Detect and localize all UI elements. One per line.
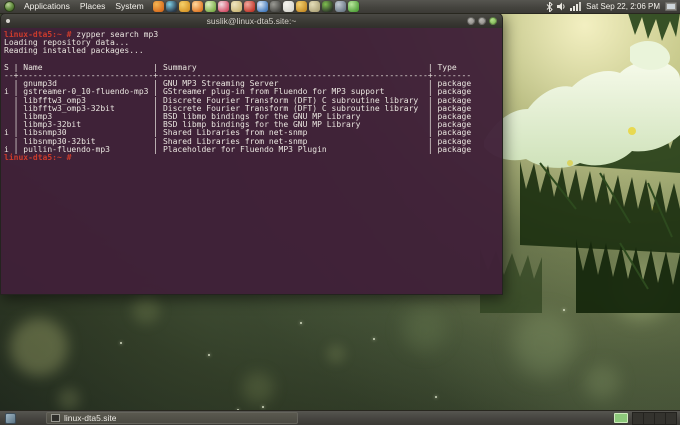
menu-places[interactable]: Places bbox=[75, 0, 111, 13]
maximize-button[interactable] bbox=[478, 17, 486, 25]
bottom-panel: linux-dta5.site bbox=[0, 410, 680, 425]
bokeh-circle bbox=[10, 318, 68, 376]
launcher-11-icon[interactable] bbox=[282, 1, 294, 12]
bokeh-circle bbox=[402, 308, 446, 352]
launcher-3-icon[interactable] bbox=[178, 1, 190, 12]
launcher-12-icon[interactable] bbox=[295, 1, 307, 12]
light-speck bbox=[208, 354, 210, 356]
launcher-6-icon[interactable] bbox=[217, 1, 229, 12]
notification-icon[interactable] bbox=[614, 413, 628, 423]
workspace-1[interactable] bbox=[633, 412, 644, 424]
launcher-13-icon[interactable] bbox=[308, 1, 320, 12]
launcher-firefox-icon[interactable] bbox=[152, 1, 164, 12]
window-buttons bbox=[467, 17, 497, 25]
workspace-3[interactable] bbox=[655, 412, 666, 424]
menu-applications[interactable]: Applications bbox=[19, 0, 75, 13]
light-speck bbox=[300, 322, 302, 324]
panel-launchers bbox=[152, 1, 359, 12]
launcher-15-icon[interactable] bbox=[334, 1, 346, 12]
launcher-10-icon[interactable] bbox=[269, 1, 281, 12]
taskbar-window-button[interactable]: linux-dta5.site bbox=[46, 412, 298, 424]
launcher-14-icon[interactable] bbox=[321, 1, 333, 12]
workspace-4[interactable] bbox=[666, 412, 676, 424]
launcher-4-icon[interactable] bbox=[191, 1, 203, 12]
menu-bar: Applications Places System bbox=[19, 0, 149, 13]
pine-branches-image bbox=[480, 13, 680, 313]
taskbar-window-label: linux-dta5.site bbox=[64, 413, 117, 423]
workspace-2[interactable] bbox=[644, 412, 655, 424]
top-panel: Applications Places System Sat Sep 22, 2:0… bbox=[0, 0, 680, 14]
launcher-8-icon[interactable] bbox=[243, 1, 255, 12]
workspace-switcher bbox=[632, 411, 677, 425]
launcher-2-icon[interactable] bbox=[165, 1, 177, 12]
volume-icon[interactable] bbox=[557, 2, 566, 11]
terminal-window: suslik@linux-dta5.site:~ linux-dta5:~ # … bbox=[0, 13, 503, 295]
terminal-titlebar[interactable]: suslik@linux-dta5.site:~ bbox=[0, 13, 503, 28]
light-speck bbox=[120, 342, 122, 344]
desktop: Applications Places System Sat Sep 22, 2:0… bbox=[0, 0, 680, 425]
light-speck bbox=[373, 338, 375, 340]
bokeh-circle bbox=[512, 312, 576, 376]
minimize-button[interactable] bbox=[467, 17, 475, 25]
bottom-tray bbox=[614, 411, 678, 425]
bluetooth-icon[interactable] bbox=[546, 1, 553, 12]
bokeh-circle bbox=[58, 388, 80, 410]
launcher-16-icon[interactable] bbox=[347, 1, 359, 12]
bokeh-circle bbox=[132, 296, 160, 324]
close-button[interactable] bbox=[489, 17, 497, 25]
terminal-mini-icon bbox=[51, 414, 60, 422]
system-tray: Sat Sep 22, 2:06 PM bbox=[546, 1, 677, 12]
terminal-output[interactable]: linux-dta5:~ # zypper search mp3 Loading… bbox=[0, 28, 503, 295]
display-settings-icon[interactable] bbox=[665, 2, 677, 11]
distro-menu-icon[interactable] bbox=[4, 1, 15, 12]
bokeh-circle bbox=[326, 344, 346, 364]
launcher-7-icon[interactable] bbox=[230, 1, 242, 12]
show-desktop-icon[interactable] bbox=[5, 412, 16, 424]
window-icon bbox=[6, 19, 10, 23]
light-speck bbox=[262, 406, 264, 408]
bokeh-circle bbox=[584, 364, 620, 400]
window-title: suslik@linux-dta5.site:~ bbox=[206, 16, 297, 26]
launcher-5-icon[interactable] bbox=[204, 1, 216, 12]
bokeh-circle bbox=[242, 372, 274, 404]
menu-system[interactable]: System bbox=[110, 0, 148, 13]
launcher-9-icon[interactable] bbox=[256, 1, 268, 12]
network-signal-icon[interactable] bbox=[570, 2, 582, 11]
clock[interactable]: Sat Sep 22, 2:06 PM bbox=[585, 2, 661, 11]
light-speck bbox=[435, 396, 437, 398]
